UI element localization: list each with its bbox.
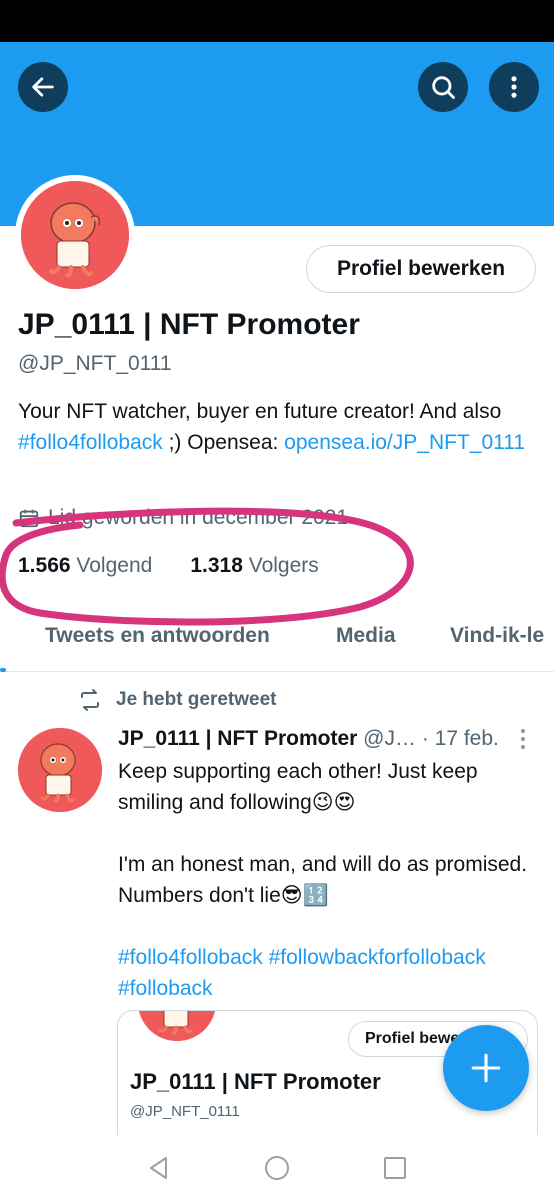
profile-handle: @JP_NFT_0111 [18, 352, 172, 375]
retweet-icon [81, 689, 99, 711]
joined-text: Lid geworden in december 2021 [48, 506, 349, 529]
tweet-header: JP_0111 | NFT Promoter @J… · 17 feb. [118, 727, 538, 751]
tweet-date[interactable]: · 17 feb. [416, 727, 499, 750]
followers-label: Volgers [248, 554, 319, 577]
tab-likes[interactable]: Vind-ik-le [450, 624, 544, 648]
tweet-more-icon[interactable] [516, 728, 530, 750]
profile-tabs: Tweets en antwoorden Media Vind-ik-le [0, 612, 554, 672]
quote-avatar [138, 1011, 216, 1041]
more-vertical-icon [511, 76, 517, 98]
nav-recents-square-icon[interactable] [382, 1155, 408, 1181]
quote-display-name: JP_0111 | NFT Promoter [130, 1069, 381, 1094]
arrow-left-icon [32, 77, 54, 97]
bio-text: Your NFT watcher, buyer en future creato… [18, 400, 502, 423]
nav-back-triangle-icon[interactable] [146, 1155, 172, 1181]
tab-media[interactable]: Media [336, 624, 396, 648]
plus-icon [471, 1053, 501, 1083]
back-button[interactable] [18, 62, 68, 112]
calendar-icon [19, 509, 39, 528]
tweet-hashtags[interactable]: #follo4folloback #followbackforfolloback… [118, 942, 538, 1004]
edit-profile-button[interactable]: Profiel bewerken [306, 245, 536, 293]
retweet-label: Je hebt geretweet [116, 689, 277, 710]
tab-tweets-replies[interactable]: Tweets en antwoorden [45, 624, 270, 648]
tweet-paragraph-2: I'm an honest man, and will do as promis… [118, 853, 528, 907]
retweet-indicator: Je hebt geretweet [78, 688, 277, 712]
profile-bio: Your NFT watcher, buyer en future creato… [18, 396, 538, 458]
bio-hashtag-link[interactable]: #follo4folloback [18, 431, 163, 454]
following-count: 1.566 [18, 554, 71, 577]
tab-active-indicator [0, 668, 6, 672]
tweet-text: Keep supporting each other! Just keep sm… [118, 756, 538, 1035]
octopus-avatar-icon [138, 1011, 216, 1041]
joined-date: Lid geworden in december 2021 [18, 506, 348, 530]
tweet-paragraph-1: Keep supporting each other! Just keep sm… [118, 760, 478, 814]
followers-link[interactable]: 1.318 Volgers [190, 554, 318, 578]
tweet-author-avatar[interactable] [18, 728, 102, 812]
android-nav-bar [0, 1135, 554, 1200]
compose-tweet-button[interactable] [443, 1025, 529, 1111]
following-link[interactable]: 1.566 Volgend [18, 554, 152, 578]
nav-home-circle-icon[interactable] [264, 1155, 290, 1181]
octopus-avatar-icon [21, 181, 129, 289]
following-label: Volgend [76, 554, 153, 577]
follow-stats: 1.566 Volgend 1.318 Volgers [18, 554, 319, 578]
profile-avatar[interactable] [15, 175, 135, 295]
avatar-image [21, 181, 129, 289]
status-bar [0, 0, 554, 42]
search-icon [432, 76, 455, 99]
tweet-author-name[interactable]: JP_0111 | NFT Promoter [118, 727, 357, 750]
tweet-author-handle: @J… [357, 727, 416, 750]
search-button[interactable] [418, 62, 468, 112]
bio-opensea-link[interactable]: opensea.io/JP_NFT_0111 [284, 431, 525, 454]
bio-text-2: ;) Opensea: [162, 431, 285, 454]
followers-count: 1.318 [190, 554, 243, 577]
quote-handle: @JP_NFT_0111 [130, 1103, 240, 1120]
profile-display-name: JP_0111 | NFT Promoter [18, 308, 360, 341]
more-button[interactable] [489, 62, 539, 112]
octopus-avatar-icon [18, 728, 102, 812]
